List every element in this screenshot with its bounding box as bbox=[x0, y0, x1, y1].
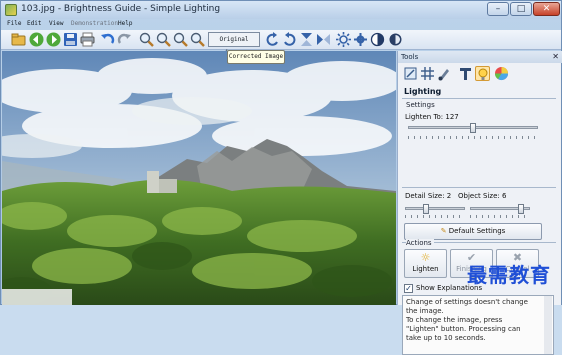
actions-group-label: Actions bbox=[406, 239, 434, 247]
object-slider-ticks bbox=[470, 215, 530, 218]
back-icon[interactable] bbox=[29, 32, 44, 47]
tools-close-button[interactable]: ✕ bbox=[552, 51, 559, 63]
zoom-out-icon[interactable] bbox=[156, 32, 171, 47]
lighten-slider-thumb[interactable] bbox=[469, 123, 476, 133]
detail-slider-track bbox=[405, 207, 465, 210]
toolbar: Original image bbox=[1, 30, 561, 56]
show-explanations-checkbox[interactable]: ✓ bbox=[404, 284, 413, 293]
undo-icon[interactable] bbox=[100, 32, 115, 47]
zoom-fit-icon[interactable] bbox=[173, 32, 188, 47]
object-size-label: Object Size: 6 bbox=[458, 192, 507, 200]
lighting-icon[interactable] bbox=[475, 66, 490, 81]
default-settings-label: Default Settings bbox=[448, 227, 506, 235]
brush-icon[interactable] bbox=[437, 66, 452, 81]
zoom-in-icon[interactable] bbox=[139, 32, 154, 47]
original-image-button[interactable]: Original image bbox=[208, 32, 260, 56]
window-title: 103.jpg - Brightness Guide - Simple Ligh… bbox=[21, 4, 221, 14]
zoom-actual-icon[interactable] bbox=[190, 32, 205, 47]
maximize-button[interactable]: □ bbox=[510, 2, 532, 16]
color-wheel-icon[interactable] bbox=[494, 66, 509, 81]
lighten-slider-ticks bbox=[408, 136, 538, 139]
section-title: Lighting bbox=[404, 87, 442, 96]
settings-icon[interactable] bbox=[353, 32, 368, 47]
contrast-icon[interactable] bbox=[370, 32, 385, 47]
lighten-button-label: Lighten bbox=[412, 265, 439, 273]
crop-icon[interactable] bbox=[403, 66, 418, 81]
detail-size-label: Detail Size: 2 bbox=[405, 192, 452, 200]
app-window: 103.jpg - Brightness Guide - Simple Ligh… bbox=[0, 0, 562, 355]
default-settings-button[interactable]: ✎ Default Settings bbox=[404, 223, 542, 240]
rotate-left-icon[interactable] bbox=[265, 32, 280, 47]
menu-view[interactable]: View bbox=[49, 20, 63, 27]
settings-group-label: Settings bbox=[406, 101, 435, 109]
redo-icon[interactable] bbox=[117, 32, 132, 47]
watermark-text: 最需教育 bbox=[467, 263, 551, 287]
image-canvas[interactable] bbox=[2, 51, 396, 305]
forward-icon[interactable] bbox=[46, 32, 61, 47]
open-icon[interactable] bbox=[11, 32, 26, 47]
tools-header: Tools ✕ bbox=[398, 51, 562, 63]
explanation-line: To change the image, press bbox=[406, 316, 503, 324]
save-icon[interactable] bbox=[63, 32, 78, 47]
menu-edit[interactable]: Edit bbox=[27, 20, 41, 27]
help-icon[interactable] bbox=[388, 32, 403, 47]
explanation-line: take up to 10 seconds. bbox=[406, 334, 486, 342]
brightness-icon[interactable] bbox=[336, 32, 351, 47]
menu-demonstration[interactable]: Demonstration bbox=[71, 20, 118, 27]
lighten-icon: ☼ bbox=[420, 251, 431, 264]
explanation-line: the image. bbox=[406, 307, 444, 315]
menu-file[interactable]: File bbox=[7, 20, 21, 27]
landscape-image bbox=[2, 51, 396, 305]
divider bbox=[402, 98, 556, 99]
flip-horizontal-icon[interactable] bbox=[316, 32, 331, 47]
lighten-to-label: Lighten To: 127 bbox=[405, 113, 459, 121]
app-icon bbox=[5, 4, 17, 16]
explanation-line: "Lighten" button. Processing can bbox=[406, 325, 521, 333]
tools-header-label: Tools bbox=[401, 53, 419, 61]
explanation-text: Change of settings doesn't change the im… bbox=[402, 295, 554, 355]
text-icon[interactable] bbox=[458, 66, 473, 81]
rotate-right-icon[interactable] bbox=[282, 32, 297, 47]
detail-slider-thumb[interactable] bbox=[423, 204, 429, 214]
menu-bar: File Edit View Demonstration Help bbox=[1, 19, 561, 30]
close-button[interactable]: ✕ bbox=[533, 2, 560, 16]
grid-icon[interactable] bbox=[420, 66, 435, 81]
menu-help[interactable]: Help bbox=[118, 20, 132, 27]
divider bbox=[402, 187, 556, 188]
title-bar: 103.jpg - Brightness Guide - Simple Ligh… bbox=[1, 1, 561, 19]
minimize-button[interactable]: – bbox=[487, 2, 509, 16]
tooltip: Corrected Image bbox=[227, 50, 285, 64]
defaults-icon: ✎ bbox=[440, 227, 449, 235]
flip-vertical-icon[interactable] bbox=[299, 32, 314, 47]
detail-slider-ticks bbox=[405, 215, 465, 218]
object-slider-thumb[interactable] bbox=[518, 204, 524, 214]
print-icon[interactable] bbox=[80, 32, 95, 47]
explanation-line: Change of settings doesn't change bbox=[406, 298, 528, 306]
lighten-button[interactable]: ☼ Lighten bbox=[404, 249, 447, 278]
